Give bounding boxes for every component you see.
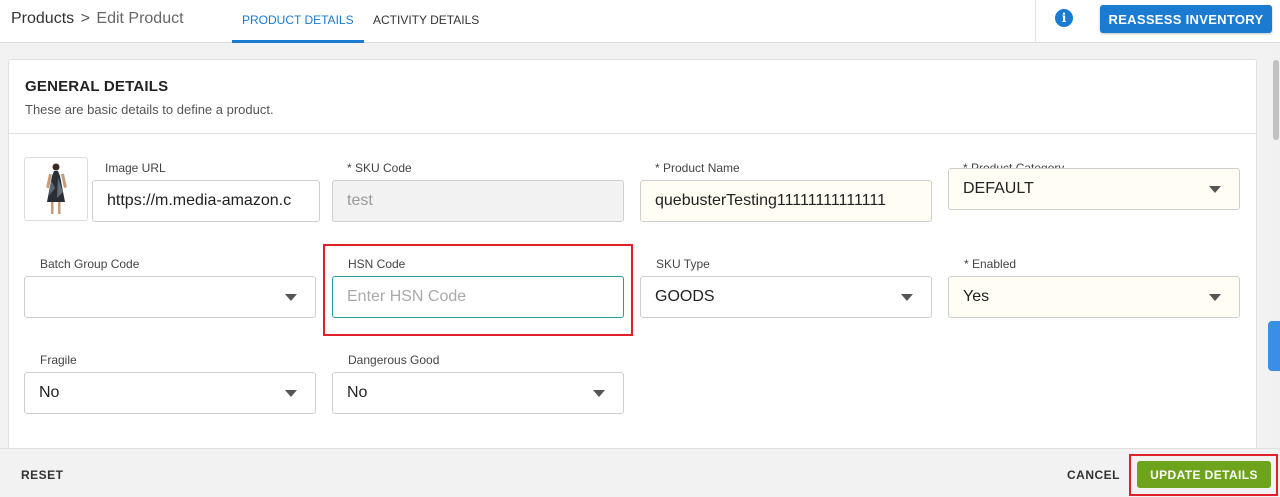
product-name-label: * Product Name <box>655 161 740 175</box>
enabled-select[interactable]: Yes <box>948 276 1240 318</box>
sku-code-input: test <box>332 180 624 222</box>
sku-code-value: test <box>347 192 373 209</box>
fragile-select[interactable]: No <box>24 372 316 414</box>
product-name-value: quebusterTesting11111111111111 <box>655 192 886 209</box>
image-url-value: https://m.media-amazon.c <box>107 192 292 209</box>
product-category-select[interactable]: DEFAULT <box>948 168 1240 210</box>
product-category-value: DEFAULT <box>963 180 1034 197</box>
chevron-down-icon <box>593 390 605 397</box>
chevron-down-icon <box>1209 294 1221 301</box>
breadcrumb-separator: > <box>80 10 90 27</box>
image-url-input[interactable]: https://m.media-amazon.c <box>92 180 320 222</box>
header-divider <box>1035 0 1036 43</box>
dangerous-good-value: No <box>347 384 368 401</box>
hsn-code-label: HSN Code <box>348 257 406 271</box>
cancel-button[interactable]: CANCEL <box>1067 468 1120 482</box>
card-title: GENERAL DETAILS <box>25 78 169 95</box>
top-bar: Products > Edit Product PRODUCT DETAILS … <box>0 0 1280 43</box>
breadcrumb-products-link[interactable]: Products <box>11 10 74 27</box>
footer-bar: RESET CANCEL UPDATE DETAILS <box>0 448 1280 497</box>
sku-type-select[interactable]: GOODS <box>640 276 932 318</box>
scrollbar-thumb[interactable] <box>1273 60 1279 140</box>
batch-group-code-label: Batch Group Code <box>40 257 140 271</box>
enabled-label: * Enabled <box>964 257 1017 271</box>
chevron-down-icon <box>1209 186 1221 193</box>
sku-code-label: * SKU Code <box>347 161 412 175</box>
dangerous-good-label: Dangerous Good <box>348 353 440 367</box>
reassess-inventory-button[interactable]: REASSESS INVENTORY <box>1100 5 1272 33</box>
reset-button[interactable]: RESET <box>21 468 64 482</box>
enabled-value: Yes <box>963 288 990 305</box>
product-name-input[interactable]: quebusterTesting11111111111111 <box>640 180 932 222</box>
batch-group-code-select[interactable] <box>24 276 316 318</box>
dangerous-good-select[interactable]: No <box>332 372 624 414</box>
breadcrumb-current: Edit Product <box>96 10 184 27</box>
chevron-down-icon <box>901 294 913 301</box>
product-image-icon <box>46 163 67 214</box>
card-divider <box>9 133 1256 134</box>
chevron-down-icon <box>285 390 297 397</box>
fragile-label: Fragile <box>40 353 77 367</box>
fragile-value: No <box>39 384 60 401</box>
side-panel-tab[interactable] <box>1268 321 1280 371</box>
breadcrumb: Products > Edit Product <box>11 10 184 28</box>
update-details-button[interactable]: UPDATE DETAILS <box>1137 461 1271 488</box>
info-icon[interactable]: i <box>1055 9 1073 27</box>
hsn-code-input[interactable] <box>347 288 609 306</box>
tab-activity-details[interactable]: ACTIVITY DETAILS <box>363 0 489 43</box>
chevron-down-icon <box>285 294 297 301</box>
card-subtitle: These are basic details to define a prod… <box>25 102 274 117</box>
product-image-thumbnail[interactable] <box>24 157 88 221</box>
image-url-label: Image URL <box>105 161 166 175</box>
tab-product-details[interactable]: PRODUCT DETAILS <box>232 0 364 43</box>
sku-type-label: SKU Type <box>656 257 710 271</box>
hsn-code-field[interactable] <box>332 276 624 318</box>
sku-type-value: GOODS <box>655 288 715 305</box>
